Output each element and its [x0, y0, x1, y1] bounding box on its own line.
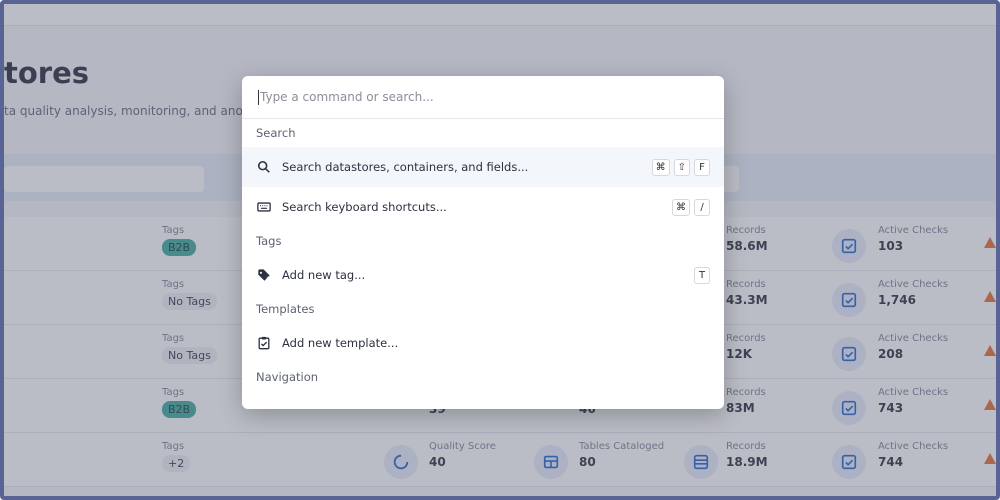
- keyboard-icon: [256, 199, 272, 215]
- shortcut-key-t: T: [694, 266, 710, 284]
- shortcut-keys: ⌘ /: [672, 198, 710, 216]
- search-icon: [256, 159, 272, 175]
- app-frame: tores ta quality analysis, monitoring, a…: [0, 0, 1000, 500]
- shortcut-keys: ⌘ ⇧ F: [651, 158, 710, 176]
- group-heading-search: Search: [256, 126, 296, 140]
- group-heading-navigation: Navigation: [256, 370, 319, 384]
- command-label: Add new tag...: [282, 268, 366, 282]
- command-label: Add new template...: [282, 336, 399, 350]
- shortcut-key-f: F: [694, 158, 710, 176]
- shortcut-keys: T: [694, 266, 710, 284]
- shortcut-key-shift: ⇧: [673, 158, 690, 176]
- group-heading-tags: Tags: [256, 234, 282, 248]
- tag-add-icon: [256, 267, 272, 283]
- group-heading-templates: Templates: [256, 302, 315, 316]
- command-label: Search datastores, containers, and field…: [282, 160, 529, 174]
- shortcut-key-cmd: ⌘: [651, 158, 670, 176]
- command-palette: Search Search datastores, containers, an…: [242, 76, 724, 409]
- text-caret: [258, 89, 259, 105]
- shortcut-key-slash: /: [694, 198, 710, 216]
- clipboard-check-icon: [256, 335, 272, 351]
- shortcut-key-cmd: ⌘: [672, 198, 690, 216]
- command-label: Search keyboard shortcuts...: [282, 200, 447, 214]
- command-search-datastores[interactable]: Search datastores, containers, and field…: [242, 147, 724, 187]
- command-add-tag[interactable]: Add new tag... T: [242, 255, 724, 295]
- command-add-template[interactable]: Add new template...: [242, 323, 724, 363]
- command-input-wrapper: [242, 76, 724, 119]
- command-search-input[interactable]: [260, 90, 724, 104]
- command-keyboard-shortcuts[interactable]: Search keyboard shortcuts... ⌘ /: [242, 187, 724, 227]
